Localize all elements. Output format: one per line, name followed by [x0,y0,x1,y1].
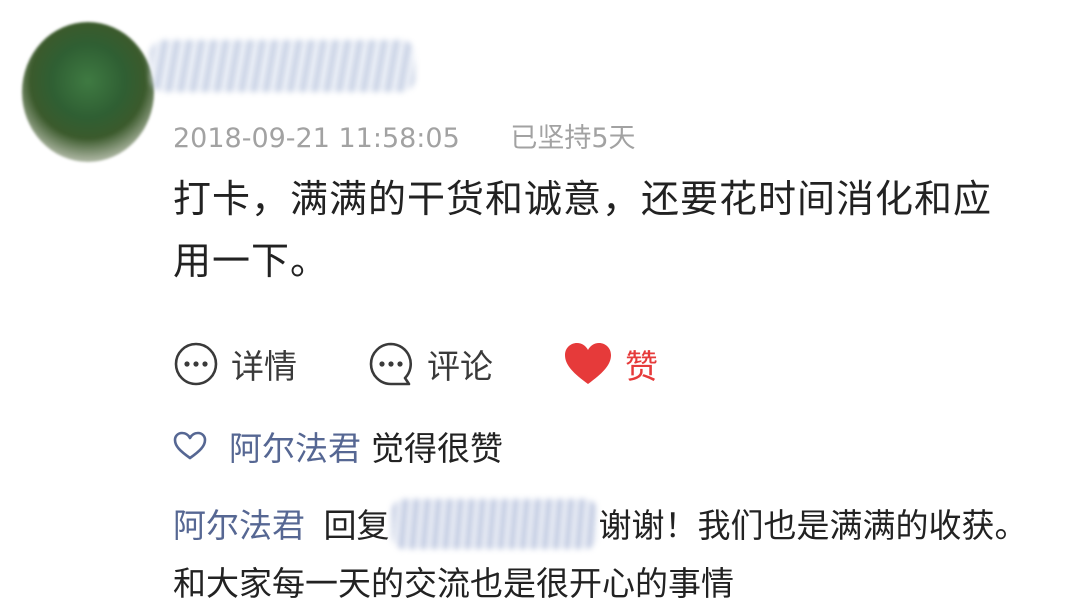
reply-item: 阿尔法君 回复 谢谢！我们也是满满的收获。和大家每一天的交流也是很开心的事情 [173,497,1033,613]
detail-button[interactable]: 详情 [173,340,297,388]
comment-bubble-icon [367,340,415,388]
like-label: 赞 [625,347,658,386]
comment-button[interactable]: 评论 [367,340,493,388]
reply-verb: 回复 [323,506,390,545]
streak-badge: 已坚持5天 [510,123,636,154]
likes-text: 觉得很赞 [371,429,503,468]
heart-outline-icon [173,431,207,461]
detail-label: 详情 [231,347,297,386]
post-meta: 2018-09-21 11:58:05 已坚持5天 [173,116,636,155]
comment-label: 评论 [427,347,493,386]
more-dots-icon [173,341,219,387]
post-content: 打卡，满满的干货和诚意，还要花时间消化和应用一下。 [173,177,993,283]
avatar[interactable] [22,22,154,162]
username-redacted [150,40,415,92]
liker-name-link[interactable]: 阿尔法君 [229,422,361,470]
reply-target-redacted [391,499,597,549]
heart-filled-icon [563,341,613,387]
timestamp: 2018-09-21 11:58:05 [173,123,460,154]
action-bar: 详情 评论 赞 [173,338,658,390]
reply-author-link[interactable]: 阿尔法君 [173,506,305,545]
like-button[interactable]: 赞 [563,340,658,388]
likes-row: 阿尔法君 觉得很赞 [173,422,503,470]
